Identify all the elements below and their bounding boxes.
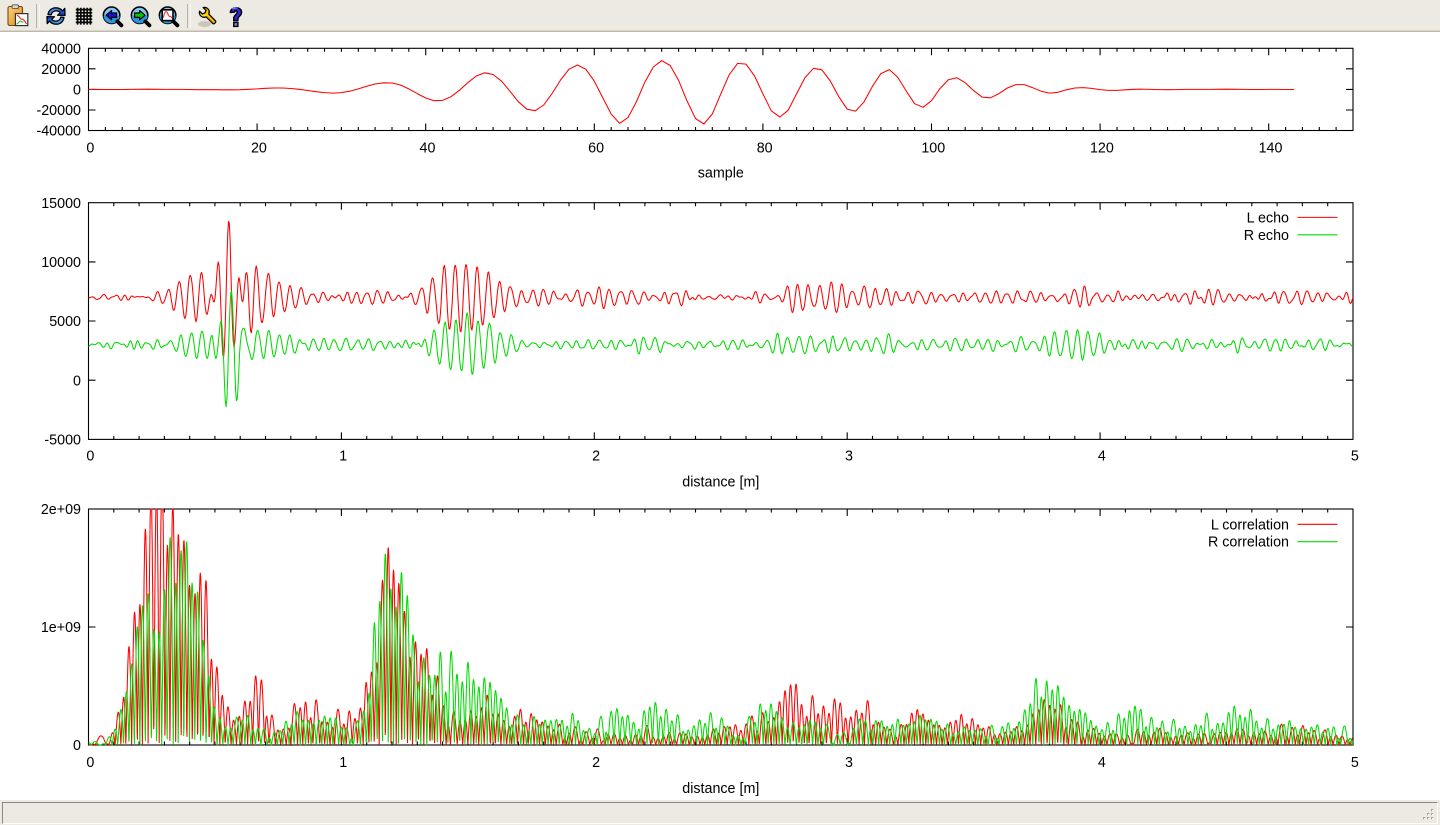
svg-text:distance [m]: distance [m]	[682, 781, 759, 797]
svg-text:20000: 20000	[41, 62, 81, 78]
svg-text:L echo: L echo	[1247, 210, 1289, 226]
svg-text:10000: 10000	[41, 255, 81, 271]
svg-text:140: 140	[1259, 140, 1283, 156]
svg-text:sample: sample	[698, 166, 744, 182]
svg-text:40000: 40000	[41, 42, 81, 58]
svg-text:4: 4	[1098, 755, 1106, 771]
svg-text:distance [m]: distance [m]	[682, 474, 759, 490]
svg-text:40: 40	[420, 140, 436, 156]
svg-text:2e+09: 2e+09	[41, 502, 81, 518]
svg-text:R echo: R echo	[1244, 228, 1289, 244]
svg-text:1e+09: 1e+09	[41, 620, 81, 636]
svg-text:-5000: -5000	[44, 433, 81, 449]
svg-text:20: 20	[251, 140, 267, 156]
svg-text:0: 0	[86, 140, 94, 156]
svg-text:3: 3	[845, 448, 853, 464]
svg-text:R correlation: R correlation	[1208, 535, 1289, 551]
svg-text:100: 100	[921, 140, 945, 156]
svg-text:0: 0	[73, 83, 81, 99]
svg-text:5: 5	[1351, 448, 1359, 464]
svg-text:1: 1	[339, 448, 347, 464]
svg-text:60: 60	[588, 140, 604, 156]
svg-text:4: 4	[1098, 448, 1106, 464]
svg-text:0: 0	[73, 373, 81, 389]
svg-text:L correlation: L correlation	[1211, 517, 1289, 533]
svg-text:1: 1	[339, 755, 347, 771]
svg-text:-40000: -40000	[36, 124, 81, 140]
svg-text:15000: 15000	[41, 196, 81, 212]
svg-text:-20000: -20000	[36, 103, 81, 119]
svg-text:120: 120	[1090, 140, 1114, 156]
svg-text:2: 2	[592, 755, 600, 771]
svg-text:5000: 5000	[49, 314, 81, 330]
svg-text:2: 2	[592, 448, 600, 464]
svg-text:5: 5	[1351, 755, 1359, 771]
svg-text:0: 0	[86, 448, 94, 464]
svg-text:0: 0	[73, 738, 81, 754]
svg-text:80: 80	[757, 140, 773, 156]
svg-text:3: 3	[845, 755, 853, 771]
svg-text:0: 0	[86, 755, 94, 771]
